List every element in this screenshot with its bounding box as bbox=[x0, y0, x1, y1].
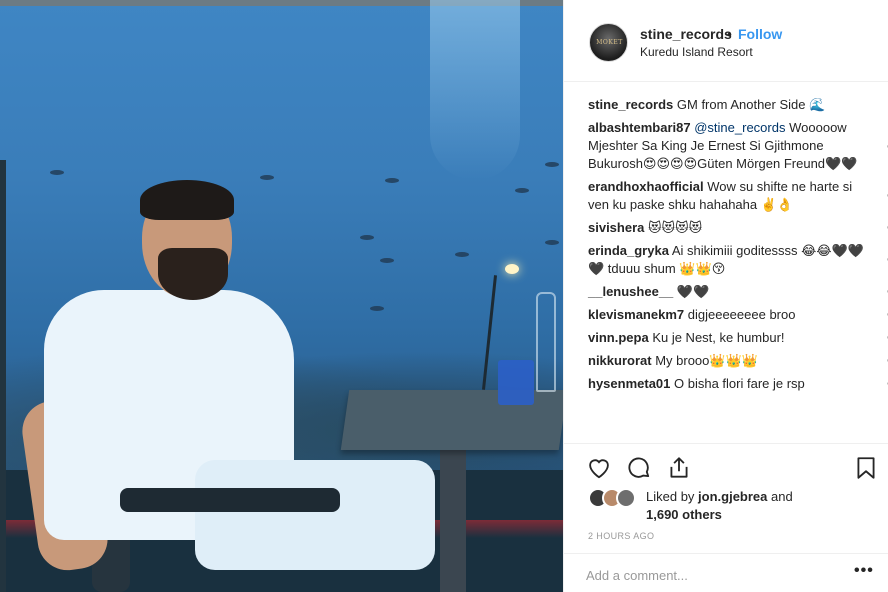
comment: erandhoxhaofficial Wow su shifte ne hart… bbox=[588, 178, 888, 214]
fish bbox=[360, 235, 374, 240]
comment: sivishera 😻😻😻😻 bbox=[588, 219, 888, 237]
add-comment-input[interactable] bbox=[586, 566, 826, 584]
person-trousers bbox=[195, 460, 435, 570]
comment-username[interactable]: nikkurorat bbox=[588, 353, 652, 368]
heart-outline-icon[interactable] bbox=[586, 455, 612, 481]
avatar-text: MOKET bbox=[596, 39, 623, 46]
likes-prefix: Liked by bbox=[646, 489, 695, 504]
comment-username[interactable]: erinda_gryka bbox=[588, 243, 669, 258]
post-location[interactable]: Kuredu Island Resort bbox=[640, 45, 753, 59]
lamp-bulb bbox=[505, 264, 519, 274]
person-hair bbox=[140, 180, 234, 220]
person-beard bbox=[158, 248, 228, 300]
separator-dot: • bbox=[727, 26, 732, 42]
chair-armrest bbox=[120, 488, 340, 512]
fish bbox=[515, 188, 529, 193]
blue-cup bbox=[498, 360, 534, 405]
likes-middle: and bbox=[771, 489, 793, 504]
comment-username[interactable]: stine_records bbox=[588, 97, 673, 112]
comment-username[interactable]: erandhoxhaofficial bbox=[588, 179, 704, 194]
window-frame bbox=[0, 160, 6, 592]
likes-others-link[interactable]: 1,690 others bbox=[646, 507, 722, 522]
table-leg bbox=[440, 450, 466, 592]
comment-username[interactable]: hysenmeta01 bbox=[588, 376, 670, 391]
fish bbox=[545, 240, 559, 245]
comment-username[interactable]: albashtembari87 bbox=[588, 120, 691, 135]
fish bbox=[385, 178, 399, 183]
avatar[interactable]: MOKET bbox=[589, 23, 628, 62]
comment-mention[interactable]: @stine_records bbox=[694, 120, 785, 135]
share-icon[interactable] bbox=[666, 455, 692, 481]
add-comment-bar: ••• bbox=[564, 553, 888, 592]
fish bbox=[380, 258, 394, 263]
comments-list: stine_records GM from Another Side 🌊 alb… bbox=[588, 96, 888, 398]
fish bbox=[370, 306, 384, 311]
comment-username[interactable]: klevismanekm7 bbox=[588, 307, 684, 322]
comment-text: Ku je Nest, ke humbur! bbox=[652, 330, 785, 345]
follow-button[interactable]: Follow bbox=[738, 26, 782, 42]
post-username[interactable]: stine_records bbox=[640, 26, 732, 42]
light-beam bbox=[430, 0, 520, 180]
caption: stine_records GM from Another Side 🌊 bbox=[588, 96, 868, 114]
comment-text: 😻😻😻😻 bbox=[648, 220, 703, 235]
comment-bubble-icon[interactable] bbox=[626, 455, 652, 481]
post-timestamp[interactable]: 2 HOURS AGO bbox=[588, 531, 654, 541]
comment-username[interactable]: sivishera bbox=[588, 220, 644, 235]
comment: __lenushee__ 🖤🖤 bbox=[588, 283, 888, 301]
post-photo[interactable] bbox=[0, 0, 563, 592]
comment-text: O bisha flori fare je rsp bbox=[674, 376, 805, 391]
comment-text: digjeeeeeeee broo bbox=[687, 307, 796, 322]
comment: erinda_gryka Ai shikimiii goditessss 😂😂🖤… bbox=[588, 242, 888, 278]
comment-text: My brooo👑👑👑 bbox=[655, 353, 758, 368]
comment-text: 🖤🖤 bbox=[676, 284, 710, 299]
wine-glass bbox=[536, 292, 556, 392]
comment: albashtembari87 @stine_records Wooooow M… bbox=[588, 119, 888, 173]
comment: vinn.pepa Ku je Nest, ke humbur! bbox=[588, 329, 888, 347]
post-header: MOKET stine_records • Follow Kuredu Isla… bbox=[564, 0, 888, 82]
likes-summary: Liked by jon.gjebrea and 1,690 others bbox=[588, 484, 878, 524]
comment-username[interactable]: __lenushee__ bbox=[588, 284, 673, 299]
fish bbox=[455, 252, 469, 257]
fish bbox=[260, 175, 274, 180]
comment: klevismanekm7 digjeeeeeeee broo bbox=[588, 306, 888, 324]
likes-text: Liked by jon.gjebrea and 1,690 others bbox=[646, 488, 866, 524]
comment-text: GM from Another Side 🌊 bbox=[676, 97, 826, 112]
liker-username[interactable]: jon.gjebrea bbox=[698, 489, 767, 504]
comment-username[interactable]: vinn.pepa bbox=[588, 330, 649, 345]
liker-avatar[interactable] bbox=[616, 488, 636, 508]
bookmark-icon[interactable] bbox=[853, 455, 879, 481]
fish bbox=[50, 170, 64, 175]
more-options-icon[interactable]: ••• bbox=[854, 562, 874, 580]
comment: nikkurorat My brooo👑👑👑 bbox=[588, 352, 888, 370]
fish bbox=[545, 162, 559, 167]
comment: hysenmeta01 O bisha flori fare je rsp bbox=[588, 375, 888, 393]
post-sidebar: MOKET stine_records • Follow Kuredu Isla… bbox=[563, 0, 888, 592]
